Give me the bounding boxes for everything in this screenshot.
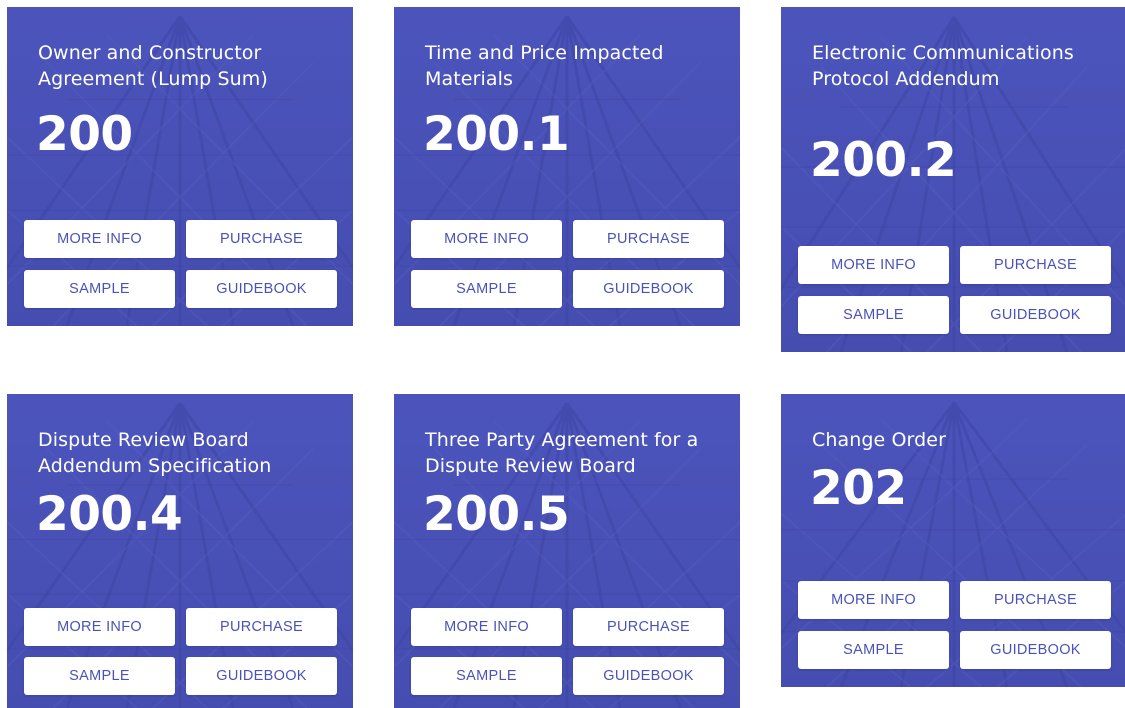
guidebook-button[interactable]: GUIDEBOOK — [186, 657, 337, 695]
more-info-button[interactable]: MORE INFO — [411, 608, 562, 646]
document-card: Three Party Agreement for a Dispute Revi… — [394, 394, 740, 708]
sample-button[interactable]: SAMPLE — [24, 270, 175, 308]
card-title: Owner and Constructor Agreement (Lump Su… — [38, 42, 268, 90]
more-info-button[interactable]: MORE INFO — [798, 246, 949, 284]
guidebook-button[interactable]: GUIDEBOOK — [960, 296, 1111, 334]
more-info-button[interactable]: MORE INFO — [411, 220, 562, 258]
purchase-button[interactable]: PURCHASE — [960, 246, 1111, 284]
more-info-button[interactable]: MORE INFO — [798, 581, 949, 619]
document-number: 200 — [36, 107, 133, 162]
purchase-button[interactable]: PURCHASE — [960, 581, 1111, 619]
document-number: 200.1 — [423, 107, 570, 162]
guidebook-button[interactable]: GUIDEBOOK — [960, 631, 1111, 669]
card-title: Three Party Agreement for a Dispute Revi… — [425, 429, 699, 477]
purchase-button[interactable]: PURCHASE — [573, 220, 724, 258]
sample-button[interactable]: SAMPLE — [411, 657, 562, 695]
document-card: Dispute Review Board Addendum Specificat… — [7, 394, 353, 708]
sample-button[interactable]: SAMPLE — [411, 270, 562, 308]
sample-button[interactable]: SAMPLE — [798, 296, 949, 334]
card-title: Time and Price Impacted Materials — [425, 42, 664, 90]
card-title: Change Order — [812, 429, 946, 451]
document-number: 200.5 — [423, 487, 570, 542]
purchase-button[interactable]: PURCHASE — [186, 220, 337, 258]
document-card: Electronic Communications Protocol Adden… — [781, 7, 1125, 352]
guidebook-button[interactable]: GUIDEBOOK — [573, 657, 724, 695]
document-card: Change Order 202 MORE INFO PURCHASE SAMPLE GU… — [781, 394, 1125, 687]
more-info-button[interactable]: MORE INFO — [24, 220, 175, 258]
document-number: 202 — [810, 461, 907, 516]
document-number: 200.2 — [810, 133, 957, 188]
document-number: 200.4 — [36, 487, 183, 542]
document-card: Owner and Constructor Agreement (Lump Su… — [7, 7, 353, 326]
guidebook-button[interactable]: GUIDEBOOK — [573, 270, 724, 308]
purchase-button[interactable]: PURCHASE — [186, 608, 337, 646]
sample-button[interactable]: SAMPLE — [798, 631, 949, 669]
card-title: Dispute Review Board Addendum Specificat… — [38, 429, 272, 477]
purchase-button[interactable]: PURCHASE — [573, 608, 724, 646]
document-card: Time and Price Impacted Materials 200.1 MO… — [394, 7, 740, 326]
card-title: Electronic Communications Protocol Adden… — [812, 42, 1074, 90]
more-info-button[interactable]: MORE INFO — [24, 608, 175, 646]
guidebook-button[interactable]: GUIDEBOOK — [186, 270, 337, 308]
sample-button[interactable]: SAMPLE — [24, 657, 175, 695]
